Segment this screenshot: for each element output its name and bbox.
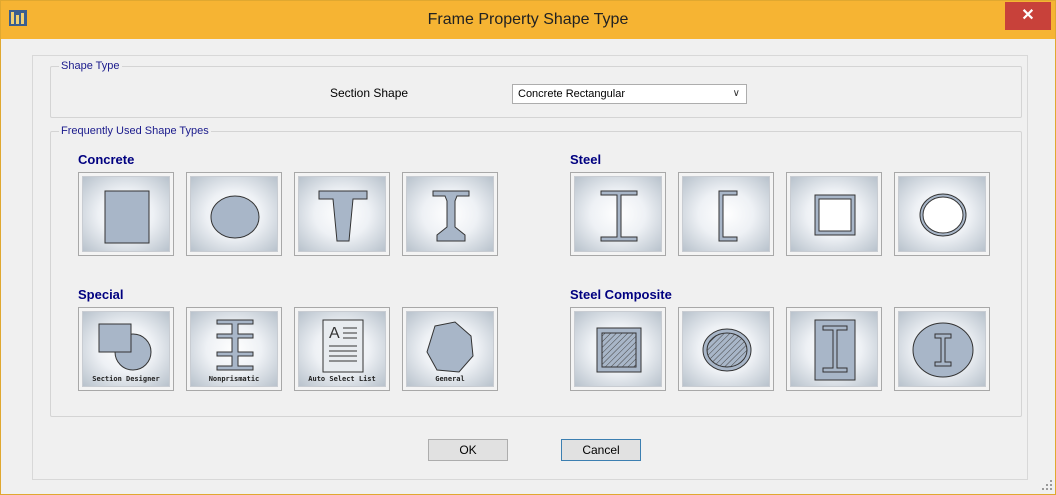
section-shape-value: Concrete Rectangular: [518, 88, 626, 100]
concrete-tee-icon: [318, 190, 368, 242]
resize-grip-icon[interactable]: [1038, 476, 1054, 492]
encased-circle-composite-button[interactable]: [894, 307, 990, 391]
auto-select-list-caption: Auto Select List: [308, 375, 376, 383]
steel-box-icon: [814, 194, 856, 236]
special-heading: Special: [78, 287, 124, 302]
section-shape-dropdown[interactable]: Concrete Rectangular ∨: [512, 84, 747, 104]
encased-i-circle-icon: [912, 322, 974, 378]
steel-composite-heading: Steel Composite: [570, 287, 672, 302]
cancel-button[interactable]: Cancel: [561, 439, 641, 461]
concrete-rectangle-icon: [104, 190, 150, 244]
svg-text:A: A: [329, 325, 340, 342]
steel-heading: Steel: [570, 152, 602, 167]
filled-pipe-composite-button[interactable]: [678, 307, 774, 391]
close-button[interactable]: ✕: [1005, 2, 1051, 30]
filled-box-composite-button[interactable]: [570, 307, 666, 391]
general-caption: General: [435, 375, 465, 383]
auto-select-list-button[interactable]: A Auto Select List: [294, 307, 390, 391]
title-bar[interactable]: Frame Property Shape Type ✕: [1, 1, 1055, 39]
concrete-circular-button[interactable]: [186, 172, 282, 256]
ok-button[interactable]: OK: [428, 439, 508, 461]
concrete-rectangular-button[interactable]: [78, 172, 174, 256]
encased-i-rectangle-icon: [814, 319, 856, 381]
shape-type-group-label: Shape Type: [61, 60, 120, 72]
general-section-button[interactable]: General: [402, 307, 498, 391]
steel-i-section-icon: [600, 190, 638, 242]
concrete-heading: Concrete: [78, 152, 135, 167]
nonprismatic-caption: Nonprismatic: [208, 375, 260, 383]
filled-pipe-icon: [702, 328, 752, 372]
steel-i-wide-flange-button[interactable]: [570, 172, 666, 256]
concrete-circle-icon: [210, 195, 260, 239]
steel-channel-icon: [718, 190, 738, 242]
concrete-tee-button[interactable]: [294, 172, 390, 256]
steel-pipe-icon: [919, 193, 967, 237]
frequent-shapes-group-label: Frequently Used Shape Types: [61, 125, 209, 137]
section-designer-button[interactable]: Section Designer: [78, 307, 174, 391]
window-title: Frame Property Shape Type: [427, 11, 629, 28]
steel-box-tube-button[interactable]: [786, 172, 882, 256]
steel-channel-button[interactable]: [678, 172, 774, 256]
chevron-down-icon: ∨: [732, 88, 740, 99]
precast-i-icon: [432, 190, 470, 242]
filled-box-icon: [596, 327, 642, 373]
encased-rectangle-composite-button[interactable]: [786, 307, 882, 391]
nonprismatic-button[interactable]: Nonprismatic: [186, 307, 282, 391]
section-designer-caption: Section Designer: [92, 375, 160, 383]
section-shape-label: Section Shape: [330, 86, 409, 100]
steel-pipe-button[interactable]: [894, 172, 990, 256]
concrete-precast-i-button[interactable]: [402, 172, 498, 256]
